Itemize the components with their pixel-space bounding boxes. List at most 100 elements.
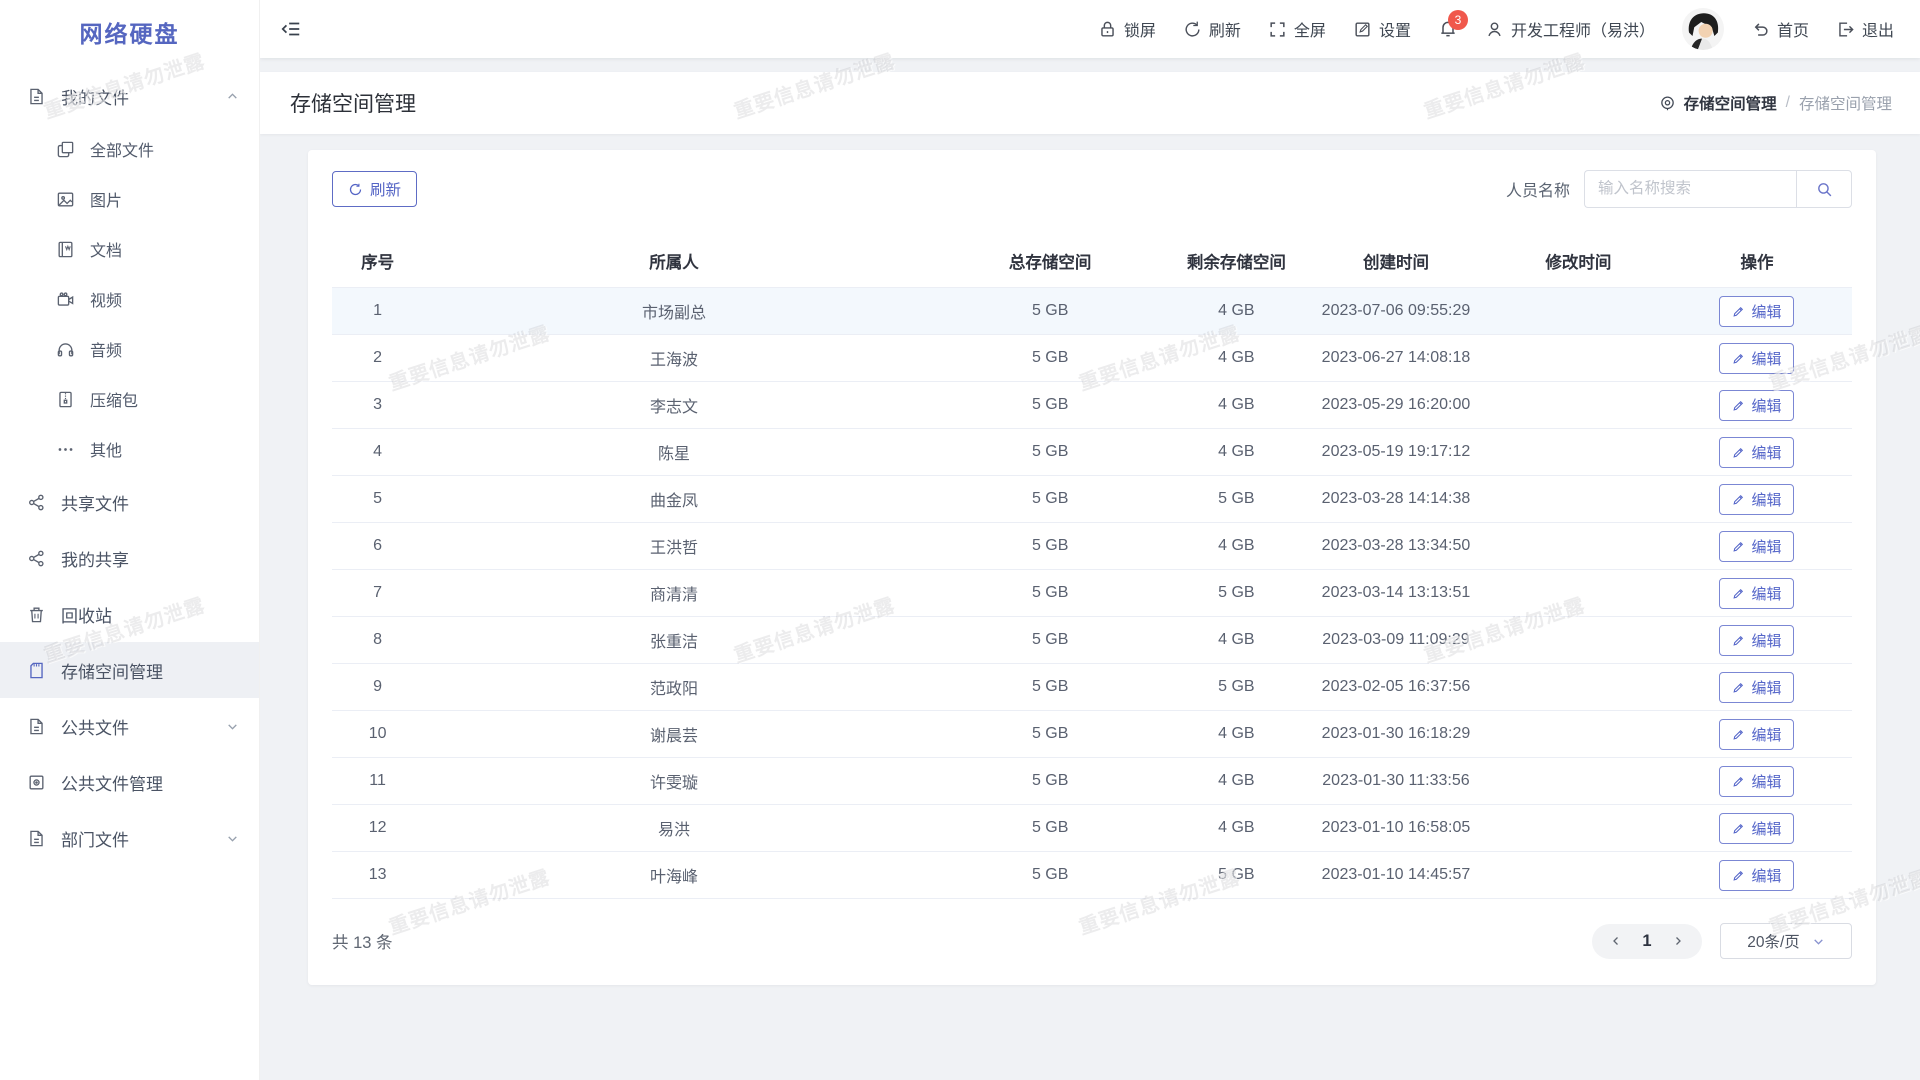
page-size-select[interactable]: 20条/页 (1720, 923, 1852, 959)
edit-button[interactable]: 编辑 (1719, 719, 1794, 750)
edit-label: 编辑 (1751, 301, 1781, 322)
edit-button[interactable]: 编辑 (1719, 813, 1794, 844)
table-row[interactable]: 9范政阳5 GB5 GB2023-02-05 16:37:56编辑 (332, 664, 1852, 711)
row-actions: 编辑 (1662, 805, 1852, 852)
pencil-icon (1732, 822, 1745, 835)
table-row[interactable]: 6王洪哲5 GB4 GB2023-03-28 13:34:50编辑 (332, 523, 1852, 570)
avatar[interactable] (1682, 8, 1724, 50)
page-size-value: 20条/页 (1747, 930, 1800, 952)
headphones-icon (56, 340, 75, 359)
settings-button[interactable]: 设置 (1353, 17, 1411, 41)
row-total-storage: 5 GB (925, 664, 1176, 711)
table-refresh-label: 刷新 (370, 178, 401, 200)
fullscreen-button[interactable]: 全屏 (1268, 17, 1326, 41)
sidebar-item-public-files[interactable]: 公共文件 (0, 698, 259, 754)
row-actions: 编辑 (1662, 664, 1852, 711)
edit-button[interactable]: 编辑 (1719, 578, 1794, 609)
table-row[interactable]: 7商清清5 GB5 GB2023-03-14 13:13:51编辑 (332, 570, 1852, 617)
row-created-time: 2023-01-30 16:18:29 (1297, 711, 1495, 758)
back-home-icon (1751, 20, 1770, 39)
table-row[interactable]: 5曲金凤5 GB5 GB2023-03-28 14:14:38编辑 (332, 476, 1852, 523)
edit-button[interactable]: 编辑 (1719, 437, 1794, 468)
refresh-circle-icon (348, 182, 363, 197)
search-label: 人员名称 (1506, 177, 1570, 201)
edit-button[interactable]: 编辑 (1719, 860, 1794, 891)
share-icon (27, 549, 46, 568)
sidebar-item-storage-management[interactable]: 存储空间管理 (0, 642, 259, 698)
sidebar-item-shared-files[interactable]: 共享文件 (0, 474, 259, 530)
table-row[interactable]: 3李志文5 GB4 GB2023-05-29 16:20:00编辑 (332, 382, 1852, 429)
row-created-time: 2023-03-09 11:09:29 (1297, 617, 1495, 664)
home-button[interactable]: 首页 (1751, 17, 1809, 41)
row-total-storage: 5 GB (925, 805, 1176, 852)
row-owner: 李志文 (423, 382, 925, 429)
table-row[interactable]: 12易洪5 GB4 GB2023-01-10 16:58:05编辑 (332, 805, 1852, 852)
sidebar-item-videos[interactable]: 视频 (0, 274, 259, 324)
search-group: 人员名称 (1506, 170, 1852, 208)
refresh-button[interactable]: 刷新 (1183, 17, 1241, 41)
next-page-button[interactable] (1664, 924, 1692, 959)
row-total-storage: 5 GB (925, 429, 1176, 476)
row-modified-time (1495, 335, 1662, 382)
logout-button[interactable]: 退出 (1836, 17, 1894, 41)
sidebar-item-documents[interactable]: 文档 (0, 224, 259, 274)
edit-button[interactable]: 编辑 (1719, 625, 1794, 656)
table-refresh-button[interactable]: 刷新 (332, 171, 417, 207)
lock-screen-button[interactable]: 锁屏 (1098, 17, 1156, 41)
pagination: 1 20条/页 (1592, 923, 1852, 959)
sidebar-label: 部门文件 (61, 826, 129, 851)
table-row[interactable]: 13叶海峰5 GB5 GB2023-01-10 14:45:57编辑 (332, 852, 1852, 899)
row-total-storage: 5 GB (925, 570, 1176, 617)
row-modified-time (1495, 805, 1662, 852)
sidebar-item-audio[interactable]: 音频 (0, 324, 259, 374)
row-index: 11 (332, 758, 423, 805)
user-icon (1485, 20, 1504, 39)
row-created-time: 2023-02-05 16:37:56 (1297, 664, 1495, 711)
row-actions: 编辑 (1662, 617, 1852, 664)
table-row[interactable]: 10谢晨芸5 GB4 GB2023-01-30 16:18:29编辑 (332, 711, 1852, 758)
sidebar-item-images[interactable]: 图片 (0, 174, 259, 224)
sidebar-item-recycle-bin[interactable]: 回收站 (0, 586, 259, 642)
table-row[interactable]: 8张重洁5 GB4 GB2023-03-09 11:09:29编辑 (332, 617, 1852, 664)
sidebar-item-others[interactable]: 其他 (0, 424, 259, 474)
edit-button[interactable]: 编辑 (1719, 531, 1794, 562)
prev-page-button[interactable] (1602, 924, 1630, 959)
pencil-icon (1732, 446, 1745, 459)
sidebar-item-public-file-management[interactable]: 公共文件管理 (0, 754, 259, 810)
collapse-sidebar-icon[interactable] (280, 16, 306, 42)
row-index: 7 (332, 570, 423, 617)
row-modified-time (1495, 382, 1662, 429)
sidebar-item-my-shares[interactable]: 我的共享 (0, 530, 259, 586)
user-role[interactable]: 开发工程师（易洪） (1485, 17, 1655, 41)
search-button[interactable] (1796, 170, 1852, 208)
edit-button[interactable]: 编辑 (1719, 343, 1794, 374)
page-number[interactable]: 1 (1630, 932, 1664, 951)
table-row[interactable]: 1市场副总5 GB4 GB2023-07-06 09:55:29编辑 (332, 288, 1852, 335)
pencil-icon (1732, 540, 1745, 553)
breadcrumb-root[interactable]: 存储空间管理 (1684, 92, 1777, 114)
settings-icon (1353, 20, 1372, 39)
search-input[interactable] (1584, 170, 1796, 208)
row-total-storage: 5 GB (925, 617, 1176, 664)
edit-button[interactable]: 编辑 (1719, 672, 1794, 703)
sidebar-item-my-files[interactable]: 我的文件 (0, 68, 259, 124)
edit-label: 编辑 (1751, 395, 1781, 416)
sidebar-item-all-files[interactable]: 全部文件 (0, 124, 259, 174)
trash-icon (27, 605, 46, 624)
row-owner: 陈星 (423, 429, 925, 476)
edit-button[interactable]: 编辑 (1719, 484, 1794, 515)
sidebar-item-department-files[interactable]: 部门文件 (0, 810, 259, 866)
topbar: 锁屏 刷新 全屏 (260, 0, 1920, 58)
edit-button[interactable]: 编辑 (1719, 296, 1794, 327)
row-total-storage: 5 GB (925, 476, 1176, 523)
edit-button[interactable]: 编辑 (1719, 390, 1794, 421)
table-row[interactable]: 11许雯璇5 GB4 GB2023-01-30 11:33:56编辑 (332, 758, 1852, 805)
row-created-time: 2023-03-28 13:34:50 (1297, 523, 1495, 570)
table-row[interactable]: 2王海波5 GB4 GB2023-06-27 14:08:18编辑 (332, 335, 1852, 382)
refresh-icon (1183, 20, 1202, 39)
table-row[interactable]: 4陈星5 GB4 GB2023-05-19 19:17:12编辑 (332, 429, 1852, 476)
sidebar-item-archives[interactable]: 压缩包 (0, 374, 259, 424)
notifications-button[interactable]: 3 (1438, 19, 1458, 39)
breadcrumb-current: 存储空间管理 (1799, 92, 1892, 114)
edit-button[interactable]: 编辑 (1719, 766, 1794, 797)
